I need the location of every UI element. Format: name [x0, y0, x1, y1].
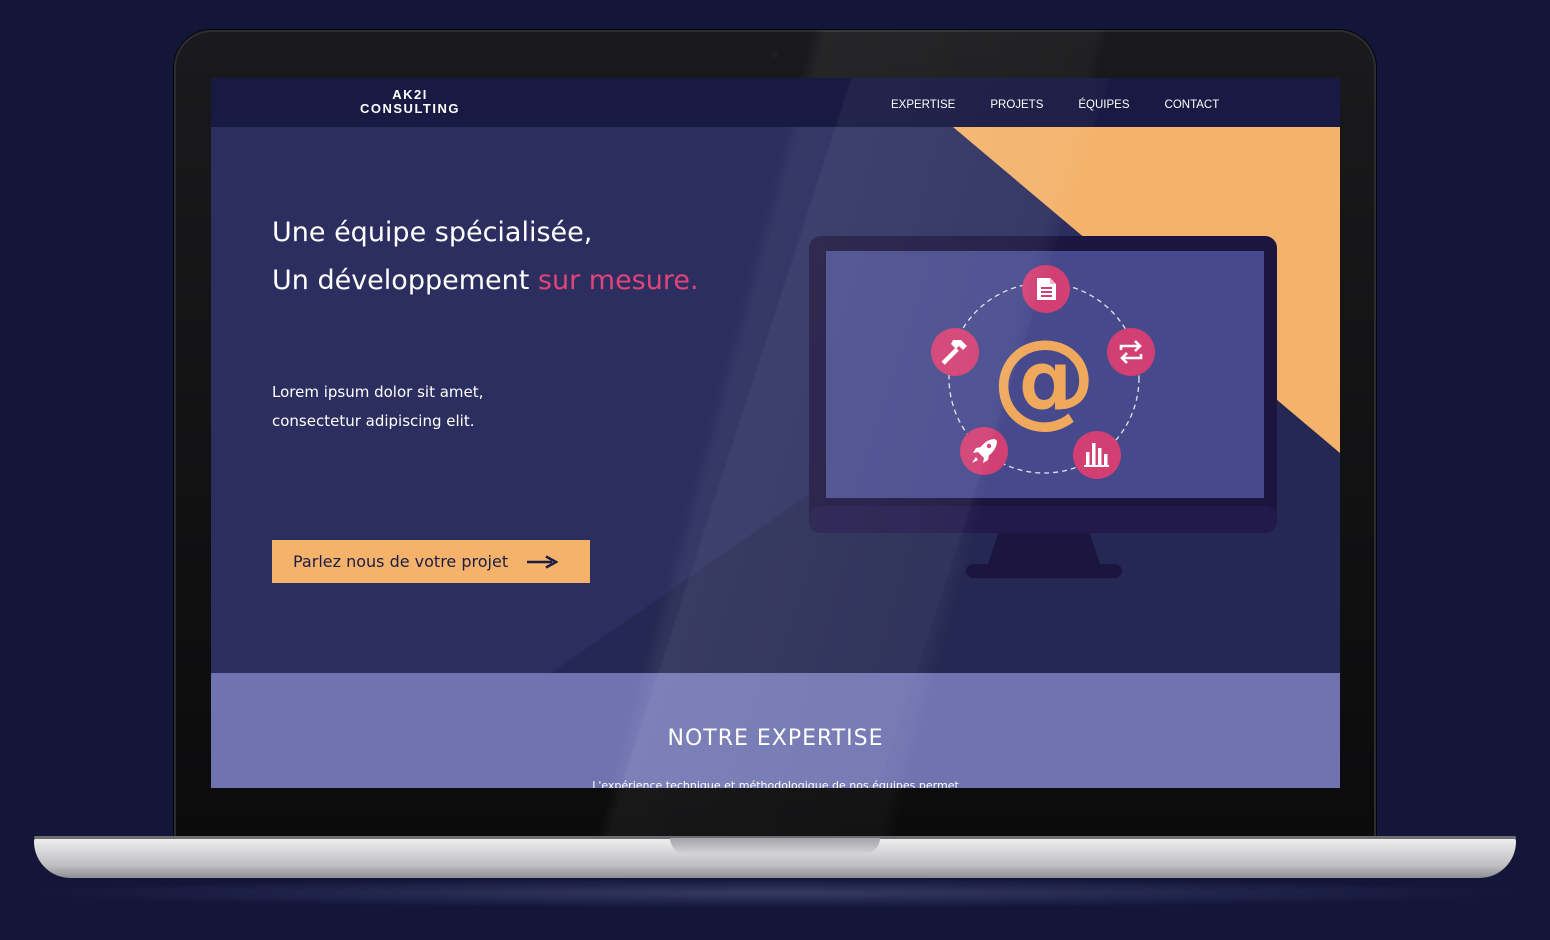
- expertise-section: NOTRE EXPERTISE L'expérience technique e…: [211, 673, 1340, 788]
- headline-line-2: Un développement: [272, 265, 538, 296]
- nav-link-projets[interactable]: PROJETS: [990, 99, 1043, 111]
- laptop-shadow: [20, 878, 1530, 908]
- hero-lead-text: Lorem ipsum dolor sit amet, consectetur …: [272, 378, 483, 436]
- arrow-right-icon: [527, 554, 559, 569]
- rocket-icon: [960, 427, 1008, 475]
- at-symbol-icon: @: [992, 317, 1096, 439]
- hero-headline: Une équipe spécialisée, Un développement…: [272, 209, 699, 305]
- monitor-illustration: @: [809, 236, 1277, 578]
- expertise-title: NOTRE EXPERTISE: [667, 726, 884, 751]
- lead-line-1: Lorem ipsum dolor sit amet,: [272, 383, 484, 401]
- logo-line-1: AK2I: [392, 87, 428, 102]
- hammer-icon: [931, 328, 979, 376]
- nav-links: EXPERTISE PROJETS ÉQUIPES CONTACT: [891, 99, 1254, 111]
- headline-accent: sur mesure.: [537, 265, 699, 296]
- headline-line-1: Une équipe spécialisée,: [272, 217, 593, 248]
- exchange-icon: [1107, 328, 1155, 376]
- nav-link-equipes[interactable]: ÉQUIPES: [1078, 99, 1129, 111]
- contact-project-button[interactable]: Parlez nous de votre projet: [272, 540, 590, 583]
- top-navigation: AK2I CONSULTING EXPERTISE PROJETS ÉQUIPE…: [211, 78, 1340, 127]
- laptop-camera: [772, 52, 778, 58]
- site-logo[interactable]: AK2I CONSULTING: [355, 88, 465, 116]
- cta-label: Parlez nous de votre projet: [293, 552, 509, 571]
- nav-link-expertise[interactable]: EXPERTISE: [891, 99, 955, 111]
- document-icon: [1022, 265, 1070, 313]
- website-screen: AK2I CONSULTING EXPERTISE PROJETS ÉQUIPE…: [211, 78, 1340, 788]
- logo-line-2: CONSULTING: [360, 101, 460, 116]
- monitor-stand: [987, 532, 1101, 566]
- monitor-stand-base: [966, 564, 1122, 578]
- hero-section: Une équipe spécialisée, Un développement…: [211, 127, 1340, 673]
- lead-line-2: consectetur adipiscing elit.: [272, 412, 475, 430]
- monitor-chin: [809, 506, 1277, 533]
- nav-link-contact[interactable]: CONTACT: [1165, 99, 1220, 111]
- expertise-subtitle: L'expérience technique et méthodologique…: [592, 779, 959, 788]
- bar-chart-icon: [1073, 431, 1121, 479]
- laptop-opening-notch: [670, 838, 880, 854]
